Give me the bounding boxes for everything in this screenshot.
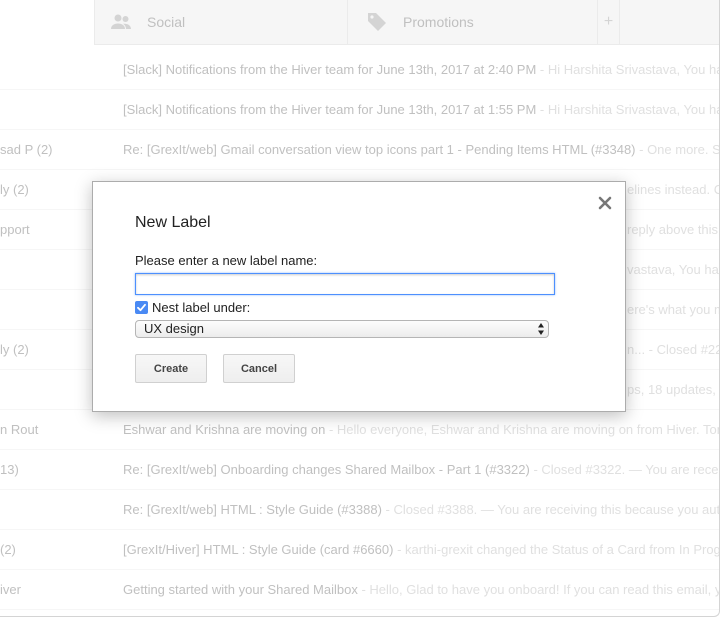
parent-label-select[interactable]: UX design [135,320,549,338]
parent-label-selected: UX design [144,321,204,336]
updown-arrows-icon [538,323,544,335]
nest-label-checkbox[interactable] [135,301,148,314]
cancel-button[interactable]: Cancel [223,354,295,383]
nest-label-text: Nest label under: [152,300,251,315]
create-button[interactable]: Create [135,354,207,383]
label-name-input[interactable] [135,273,555,295]
nest-label-row: Nest label under: [135,300,250,315]
label-name-prompt: Please enter a new label name: [135,253,318,268]
close-icon[interactable] [598,196,612,210]
new-label-dialog: New Label Please enter a new label name:… [92,181,626,412]
checkmark-icon [137,303,146,312]
dialog-title: New Label [135,214,211,231]
